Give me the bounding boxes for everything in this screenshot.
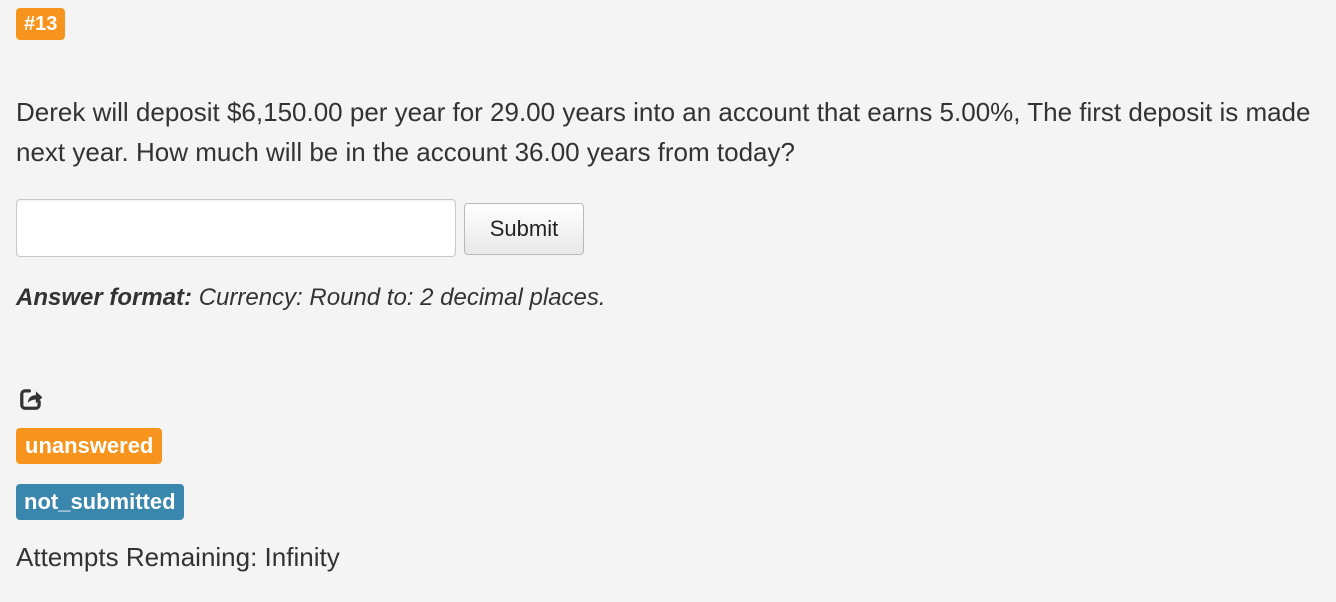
answer-status-badge: unanswered (16, 428, 163, 464)
answer-input[interactable] (16, 199, 456, 257)
question-text: Derek will deposit $6,150.00 per year fo… (16, 97, 1311, 167)
answer-format-label: Answer format: (16, 284, 193, 311)
attempts-remaining: Attempts Remaining: Infinity (16, 542, 340, 572)
answer-format: Answer format: Currency: Round to: 2 dec… (16, 282, 606, 314)
answer-format-text: Currency: Round to: 2 decimal places. (192, 284, 606, 311)
problem-number-badge: #13 (16, 8, 66, 40)
submit-button[interactable]: Submit (464, 203, 584, 255)
submission-status-badge: not_submitted (16, 484, 184, 520)
share-icon[interactable] (18, 386, 44, 412)
